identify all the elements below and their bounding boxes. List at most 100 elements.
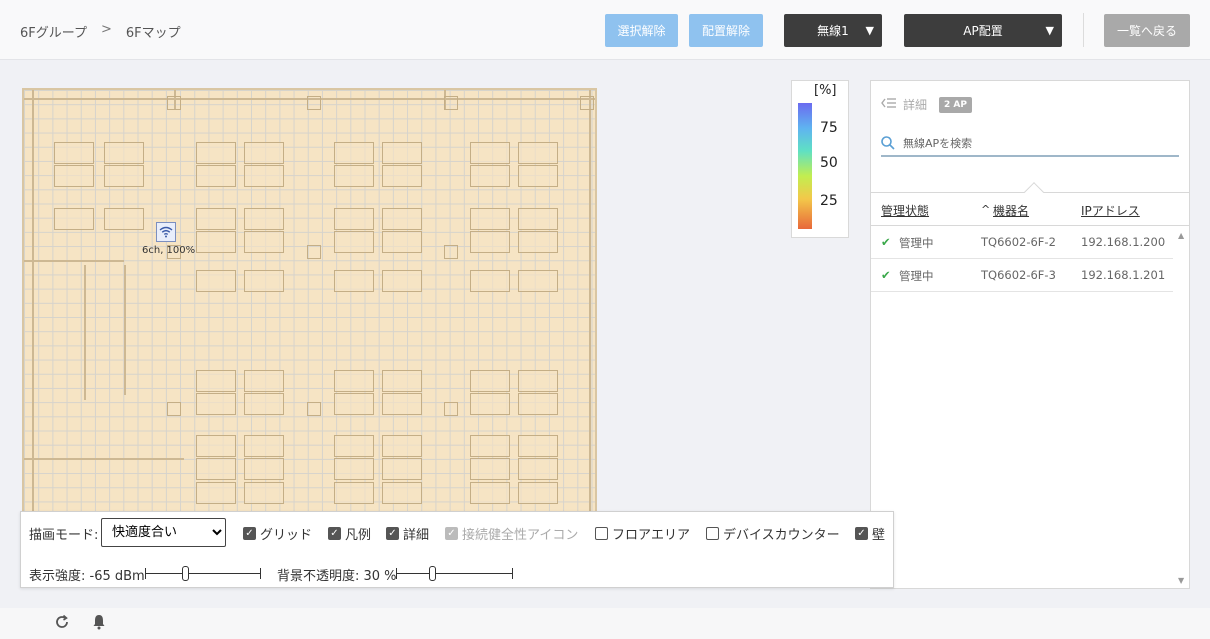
footer	[0, 608, 1210, 639]
desk	[470, 270, 510, 292]
floor-map[interactable]: 6ch, 100%	[22, 88, 597, 513]
row-name: TQ6602-6F-2	[981, 235, 1056, 249]
legend-tick: 75	[820, 120, 838, 136]
scroll-down-icon[interactable]: ▼	[1178, 576, 1184, 585]
desk	[196, 142, 236, 164]
mode-label: 描画モード:	[29, 528, 99, 543]
refresh-icon[interactable]	[54, 614, 70, 634]
desk	[382, 270, 422, 292]
checkbox-checked-icon: ✓	[855, 527, 868, 540]
breadcrumb: 6Fグループ > 6Fマップ	[20, 22, 181, 41]
opacity-slider[interactable]	[396, 566, 513, 581]
check-icon: ✔	[881, 268, 891, 282]
desk	[334, 482, 374, 504]
display-controls: 描画モード: 快適度合い ✓ グリッド ✓ 凡例 ✓ 詳細 ✓ 接続健全性アイコ…	[20, 511, 894, 588]
collapse-icon[interactable]	[881, 97, 897, 112]
desk	[244, 142, 284, 164]
strength-slider[interactable]	[145, 566, 261, 581]
wall	[24, 458, 184, 460]
desk	[244, 370, 284, 392]
pillar	[307, 96, 321, 110]
legend-checkbox[interactable]: ✓ 凡例	[328, 524, 371, 543]
deselect-button[interactable]: 選択解除	[605, 14, 678, 47]
column-name[interactable]: 機器名	[993, 202, 1029, 219]
desk	[244, 393, 284, 415]
desk	[196, 370, 236, 392]
desk	[334, 270, 374, 292]
radio-dropdown[interactable]: 無線1 ▼	[784, 14, 882, 47]
wall-checkbox[interactable]: ✓ 壁	[855, 524, 885, 543]
search-icon	[881, 136, 895, 150]
desk	[196, 165, 236, 187]
breadcrumb-group[interactable]: 6Fグループ	[20, 22, 87, 41]
detail-panel: 詳細 2 AP 管理状態 ^ 機器名 IPアドレス ✔ 管理中 TQ6602-6…	[870, 80, 1190, 589]
desk	[196, 208, 236, 230]
pillar	[580, 96, 594, 110]
bell-icon[interactable]	[92, 614, 106, 634]
table-header: 管理状態 ^ 機器名 IPアドレス	[871, 182, 1189, 226]
checkbox-checked-icon: ✓	[445, 527, 458, 540]
signal-legend: [%] 75 50 25	[791, 80, 849, 238]
toolbar-divider	[1083, 13, 1084, 47]
desk	[470, 208, 510, 230]
breadcrumb-separator: >	[100, 22, 112, 37]
legend-color-bar	[798, 103, 812, 229]
panel-title: 詳細	[903, 98, 928, 112]
desk	[54, 208, 94, 230]
checkbox-checked-icon: ✓	[243, 527, 256, 540]
column-ip[interactable]: IPアドレス	[1081, 202, 1140, 219]
opacity-label: 背景不透明度: 30 %	[277, 569, 397, 584]
desk	[470, 231, 510, 253]
desk	[54, 142, 94, 164]
pillar	[307, 402, 321, 416]
back-to-list-button[interactable]: 一覧へ戻る	[1104, 14, 1190, 47]
table-scrollbar[interactable]: ▲ ▼	[1175, 227, 1189, 589]
detail-checkbox[interactable]: ✓ 詳細	[386, 524, 429, 543]
slider-thumb[interactable]	[182, 566, 189, 581]
search-input[interactable]	[903, 136, 1153, 150]
unplace-button[interactable]: 配置解除	[689, 14, 763, 47]
grid-checkbox[interactable]: ✓ グリッド	[243, 524, 312, 543]
pillar	[167, 402, 181, 416]
desk	[382, 458, 422, 480]
desk	[334, 370, 374, 392]
check-icon: ✔	[881, 235, 891, 249]
checkbox-checked-icon: ✓	[328, 527, 341, 540]
column-status[interactable]: 管理状態	[881, 202, 929, 219]
mode-select[interactable]: 快適度合い	[101, 518, 226, 547]
pillar	[167, 96, 181, 110]
slider-end	[145, 568, 146, 579]
desk	[244, 165, 284, 187]
slider-thumb[interactable]	[429, 566, 436, 581]
ap-search[interactable]	[881, 131, 1179, 157]
ap-place-dropdown[interactable]: AP配置 ▼	[904, 14, 1062, 47]
desk	[196, 231, 236, 253]
desk	[196, 270, 236, 292]
scroll-up-icon[interactable]: ▲	[1178, 231, 1184, 240]
desk	[196, 458, 236, 480]
desk	[518, 370, 558, 392]
desk	[518, 435, 558, 457]
device-counter-checkbox[interactable]: デバイスカウンター	[706, 524, 840, 543]
pillar	[444, 245, 458, 259]
table-row[interactable]: ✔ 管理中 TQ6602-6F-3 192.168.1.201	[871, 259, 1173, 292]
floor-area-checkbox[interactable]: フロアエリア	[595, 524, 690, 543]
wall	[589, 90, 591, 511]
row-ip: 192.168.1.201	[1081, 268, 1166, 282]
desk	[470, 482, 510, 504]
desk	[334, 208, 374, 230]
desk	[518, 208, 558, 230]
strength-label: 表示強度: -65 dBm	[29, 569, 145, 584]
desk	[470, 142, 510, 164]
desk	[518, 482, 558, 504]
desk	[104, 208, 144, 230]
desk	[382, 165, 422, 187]
checkbox-unchecked-icon	[706, 527, 719, 540]
desk	[334, 458, 374, 480]
ap-count-badge: 2 AP	[939, 96, 972, 113]
ap-marker[interactable]	[156, 222, 176, 242]
desk	[382, 208, 422, 230]
header: 6Fグループ > 6Fマップ 選択解除 配置解除 無線1 ▼ AP配置 ▼ 一覧…	[0, 0, 1210, 60]
desk	[334, 393, 374, 415]
table-row[interactable]: ✔ 管理中 TQ6602-6F-2 192.168.1.200	[871, 226, 1173, 259]
